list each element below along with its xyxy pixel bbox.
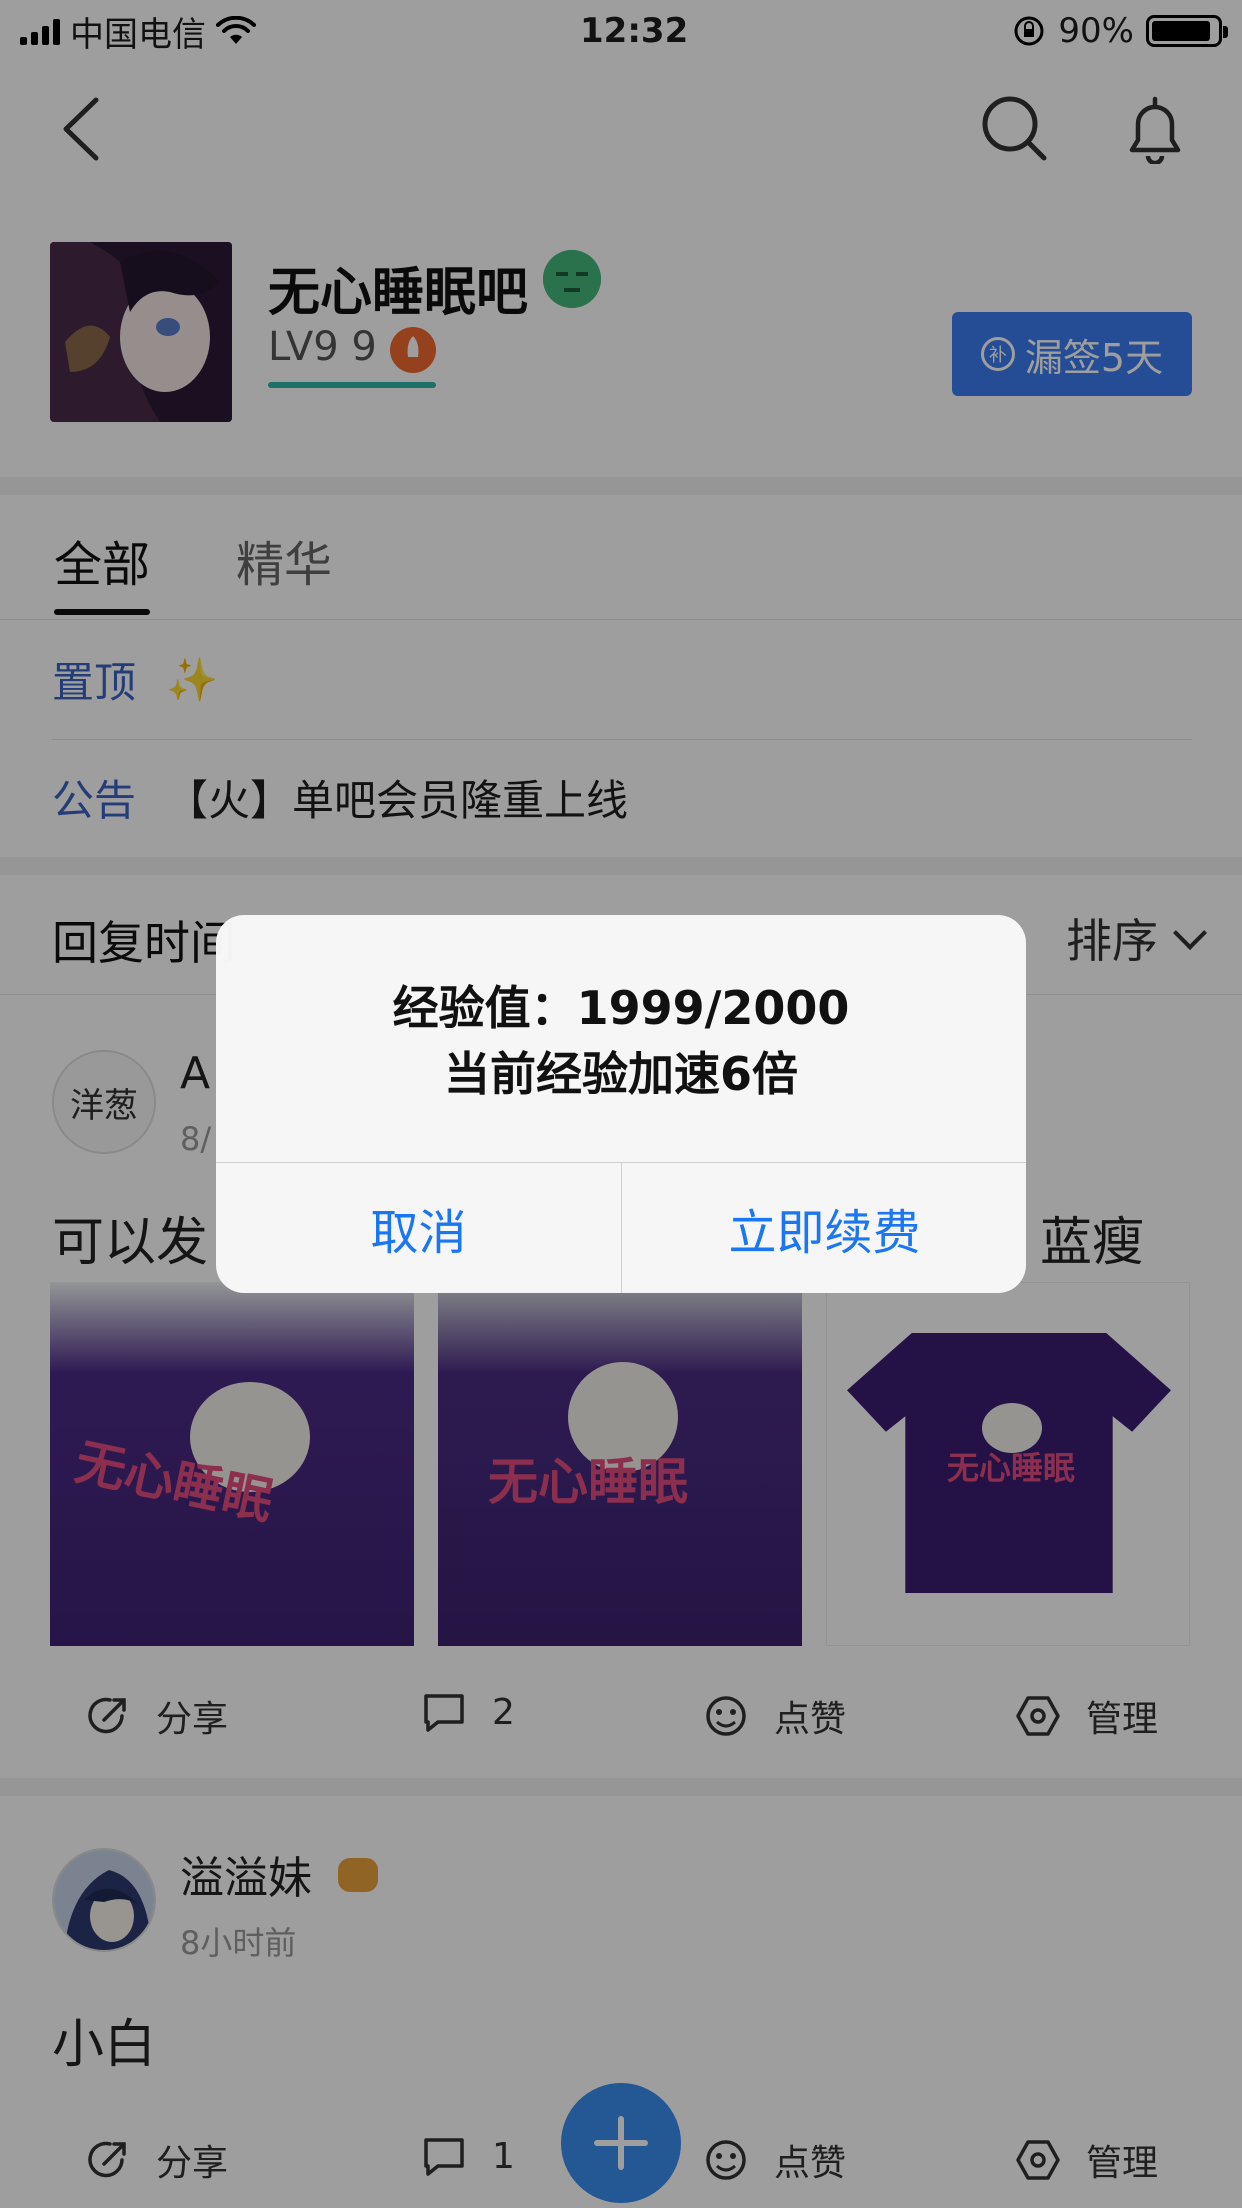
cancel-button[interactable]: 取消 <box>216 1163 621 1293</box>
alert-line-boost: 当前经验加速6倍 <box>443 1047 798 1101</box>
alert-line-experience: 经验值：1999/2000 <box>392 981 850 1035</box>
renew-button[interactable]: 立即续费 <box>622 1163 1026 1293</box>
alert-message: 经验值：1999/2000 当前经验加速6倍 <box>216 975 1026 1107</box>
experience-alert: 经验值：1999/2000 当前经验加速6倍 取消 立即续费 <box>216 915 1026 1293</box>
